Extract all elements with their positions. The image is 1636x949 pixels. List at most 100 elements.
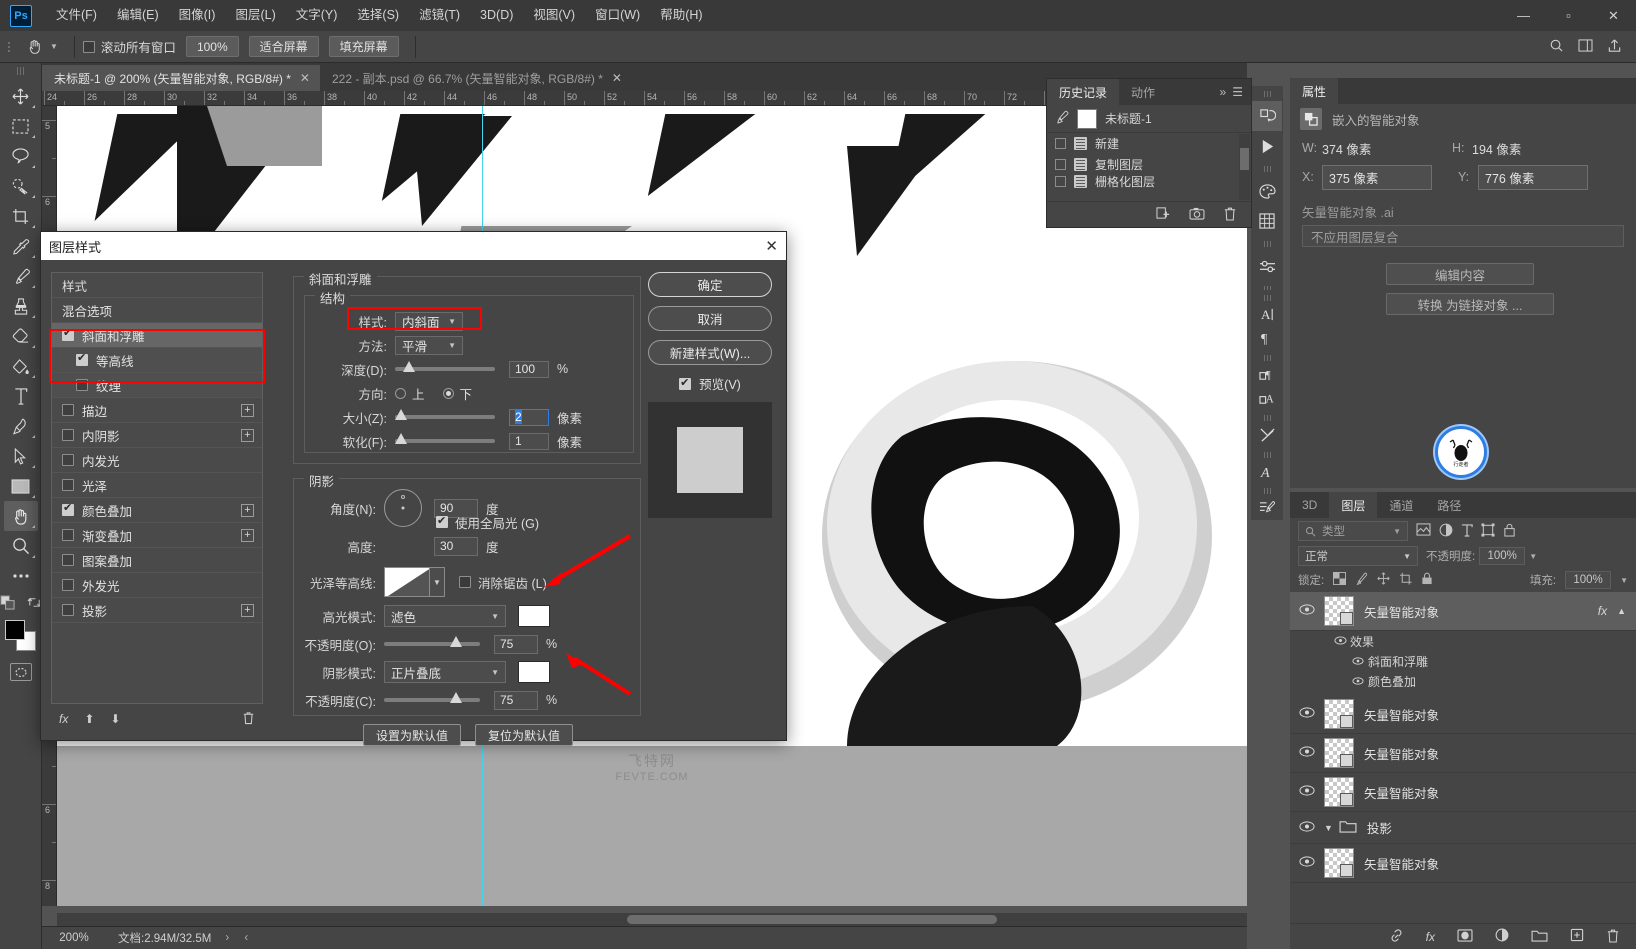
highlight-opacity-knob[interactable] bbox=[450, 636, 462, 647]
style-drop-shadow[interactable]: 投影 + bbox=[52, 598, 262, 623]
history-trash-icon[interactable] bbox=[1223, 206, 1237, 224]
shadow-opacity-input[interactable]: 75 bbox=[494, 690, 538, 710]
layer-2-thumbnail[interactable] bbox=[1324, 699, 1354, 729]
lock-image-icon[interactable] bbox=[1355, 572, 1368, 588]
tab-3d[interactable]: 3D bbox=[1290, 492, 1329, 518]
arrange-documents-icon[interactable] bbox=[1578, 38, 1593, 55]
move-tool[interactable] bbox=[4, 81, 38, 111]
history-item-3[interactable]: 栅格化图层 bbox=[1047, 175, 1251, 188]
zoom-tool[interactable] bbox=[4, 531, 38, 561]
canvas-horizontal-scrollbar[interactable] bbox=[57, 913, 1247, 926]
soften-slider[interactable] bbox=[395, 433, 495, 444]
glyphs-icon[interactable]: A bbox=[1252, 460, 1282, 483]
adjustments-icon[interactable] bbox=[1252, 251, 1282, 281]
style-texture[interactable]: 纹理 bbox=[52, 373, 262, 398]
character-icon[interactable]: A bbox=[1252, 303, 1282, 326]
lock-all-icon[interactable] bbox=[1421, 572, 1433, 588]
bevel-effect-visibility-icon[interactable] bbox=[1348, 654, 1368, 668]
opacity-control[interactable]: 不透明度: 100% ▼ bbox=[1426, 547, 1537, 565]
layer-3-visibility-icon[interactable] bbox=[1290, 746, 1324, 760]
reset-default-button[interactable]: 复位为默认值 bbox=[475, 724, 574, 746]
menu-layer[interactable]: 图层(L) bbox=[225, 0, 285, 31]
edit-contents-button[interactable]: 编辑内容 bbox=[1386, 263, 1534, 285]
fx-icon[interactable]: fx bbox=[59, 712, 68, 726]
ok-button[interactable]: 确定 bbox=[648, 272, 772, 297]
texture-checkbox[interactable] bbox=[76, 379, 88, 391]
menu-view[interactable]: 视图(V) bbox=[523, 0, 585, 31]
angle-dial[interactable] bbox=[384, 489, 422, 527]
bevel-emboss-checkbox[interactable] bbox=[62, 326, 74, 341]
depth-input[interactable]: 100 bbox=[509, 360, 549, 378]
brush-settings-icon[interactable] bbox=[1252, 497, 1282, 520]
menu-filter[interactable]: 滤镜(T) bbox=[409, 0, 470, 31]
layer-1-expand-icon[interactable]: ▲ bbox=[1617, 606, 1626, 616]
menu-help[interactable]: 帮助(H) bbox=[650, 0, 712, 31]
actions-play-icon[interactable] bbox=[1252, 131, 1282, 161]
satin-checkbox[interactable] bbox=[62, 479, 74, 491]
paragraph-icon[interactable]: ¶ bbox=[1252, 327, 1282, 350]
tab-paths[interactable]: 路径 bbox=[1425, 492, 1473, 518]
paint-bucket-tool[interactable] bbox=[4, 351, 38, 381]
style-satin[interactable]: 光泽 bbox=[52, 473, 262, 498]
altitude-input[interactable]: 30 bbox=[434, 536, 478, 556]
eyedropper-tool[interactable] bbox=[4, 231, 38, 261]
pattern-overlay-checkbox[interactable] bbox=[62, 554, 74, 566]
chevron-double-right-icon[interactable]: » bbox=[1220, 85, 1227, 99]
style-outer-glow[interactable]: 外发光 bbox=[52, 573, 262, 598]
convert-linked-button[interactable]: 转换 为链接对象 ... bbox=[1386, 293, 1554, 315]
layer-row-5[interactable]: 矢量智能对象 bbox=[1290, 844, 1636, 883]
style-bevel-emboss[interactable]: 斜面和浮雕 bbox=[52, 323, 262, 348]
swatches-icon[interactable] bbox=[1252, 176, 1282, 206]
tab-history[interactable]: 历史记录 bbox=[1047, 79, 1120, 105]
style-inner-glow[interactable]: 内发光 bbox=[52, 448, 262, 473]
x-input[interactable]: 375 像素 bbox=[1322, 164, 1432, 190]
drop-shadow-checkbox[interactable] bbox=[62, 604, 74, 616]
shadow-color-swatch[interactable] bbox=[518, 661, 550, 683]
style-inner-shadow[interactable]: 内阴影 + bbox=[52, 423, 262, 448]
shadow-mode-select[interactable]: 正片叠底 ▼ bbox=[384, 661, 506, 683]
outer-glow-checkbox[interactable] bbox=[62, 579, 74, 591]
menu-select[interactable]: 选择(S) bbox=[347, 0, 409, 31]
color-swatches[interactable] bbox=[4, 619, 38, 653]
color-overlay-effect-visibility-icon[interactable] bbox=[1348, 674, 1368, 688]
layer-1-effects-row[interactable]: 效果 bbox=[1290, 631, 1636, 651]
highlight-opacity-input[interactable]: 75 bbox=[494, 634, 538, 654]
hand-tool-icon[interactable] bbox=[20, 35, 48, 59]
color-overlay-add-icon[interactable]: + bbox=[241, 503, 254, 517]
history-item-3-checkbox[interactable] bbox=[1055, 176, 1066, 187]
brush-tool[interactable] bbox=[4, 261, 38, 291]
depth-slider-knob[interactable] bbox=[403, 361, 415, 372]
stroke-checkbox[interactable] bbox=[62, 404, 74, 416]
fill-value[interactable]: 100% bbox=[1565, 571, 1612, 589]
hand-tool[interactable] bbox=[3, 501, 38, 531]
zoom-100-button[interactable]: 100% bbox=[185, 36, 239, 57]
crop-tool[interactable] bbox=[4, 201, 38, 231]
tab-properties[interactable]: 属性 bbox=[1290, 78, 1339, 104]
set-default-button[interactable]: 设置为默认值 bbox=[363, 724, 462, 746]
grid-icon[interactable] bbox=[1252, 206, 1282, 236]
size-slider-knob[interactable] bbox=[395, 409, 407, 420]
preview-row[interactable]: 预览(V) bbox=[648, 374, 772, 393]
menu-edit[interactable]: 编辑(E) bbox=[107, 0, 169, 31]
style-color-overlay[interactable]: 颜色叠加 + bbox=[52, 498, 262, 523]
layer-1-fx-icon[interactable]: fx bbox=[1598, 604, 1607, 618]
menu-window[interactable]: 窗口(W) bbox=[585, 0, 650, 31]
delete-layer-icon[interactable] bbox=[1606, 928, 1620, 946]
gradient-overlay-checkbox[interactable] bbox=[62, 529, 74, 541]
default-colors-icon[interactable] bbox=[0, 595, 15, 613]
quick-mask-icon[interactable] bbox=[9, 663, 32, 681]
style-gradient-overlay[interactable]: 渐变叠加 + bbox=[52, 523, 262, 548]
effect-color-overlay-row[interactable]: 颜色叠加 bbox=[1290, 671, 1636, 691]
antialias-checkbox[interactable] bbox=[459, 576, 471, 588]
gloss-contour-chevron-icon[interactable]: ▼ bbox=[430, 567, 445, 597]
soften-slider-knob[interactable] bbox=[395, 433, 407, 444]
history-icon[interactable] bbox=[1252, 101, 1282, 131]
blend-mode-select[interactable]: 正常 ▼ bbox=[1298, 546, 1418, 566]
layer-4-visibility-icon[interactable] bbox=[1290, 785, 1324, 799]
lasso-tool[interactable] bbox=[4, 141, 38, 171]
bevel-technique-select[interactable]: 平滑 ▼ bbox=[395, 335, 463, 355]
layer-5-visibility-icon[interactable] bbox=[1290, 856, 1324, 870]
history-scrollbar-thumb[interactable] bbox=[1240, 148, 1249, 170]
menu-image[interactable]: 图像(I) bbox=[169, 0, 226, 31]
menu-file[interactable]: 文件(F) bbox=[46, 0, 107, 31]
